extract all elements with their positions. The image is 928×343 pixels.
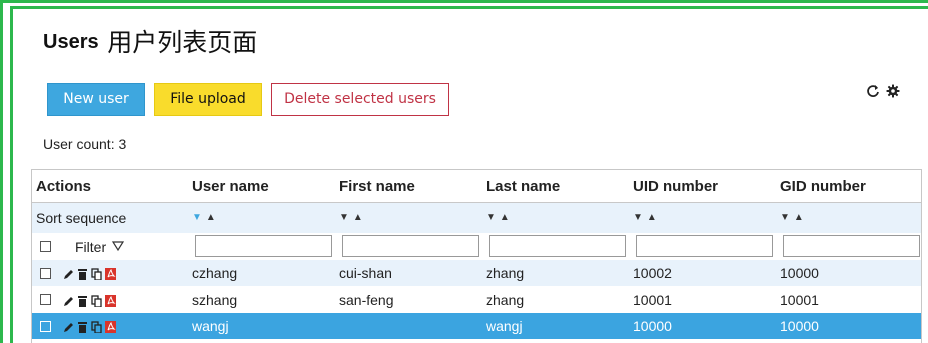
cell-uid: 10000 <box>633 318 672 334</box>
row-actions <box>40 260 116 286</box>
cell-user-name: szhang <box>192 291 238 308</box>
trash-icon[interactable] <box>77 267 88 280</box>
sort-asc-icon[interactable]: ▲ <box>794 213 804 223</box>
col-header-user-name[interactable]: User name <box>192 170 269 202</box>
select-all-checkbox[interactable] <box>40 241 51 252</box>
col-header-first-name[interactable]: First name <box>339 170 415 202</box>
table-row[interactable]: czhang cui-shan zhang 10002 10000 <box>32 260 921 286</box>
sort-desc-icon[interactable]: ▼ <box>780 213 790 223</box>
row-actions <box>40 286 116 313</box>
sort-asc-icon[interactable]: ▲ <box>500 213 510 223</box>
filter-icon[interactable] <box>112 239 125 255</box>
page-title: Users 用户列表页面 <box>43 24 257 61</box>
sort-asc-icon[interactable]: ▲ <box>206 213 216 223</box>
user-count: User count: 3 <box>43 136 127 152</box>
copy-icon[interactable] <box>91 320 102 334</box>
sort-desc-icon[interactable]: ▼ <box>339 213 349 223</box>
cell-first-name: san-feng <box>339 291 394 308</box>
row-actions <box>40 313 116 339</box>
edit-icon[interactable] <box>63 320 74 332</box>
filter-uid-input[interactable] <box>636 235 773 257</box>
sort-first-name: ▼ ▲ <box>339 203 363 233</box>
page-title-en: Users <box>43 31 99 53</box>
filter-first-name-input[interactable] <box>342 235 479 257</box>
sort-desc-icon[interactable]: ▼ <box>192 213 202 223</box>
cell-last-name: zhang <box>486 291 525 308</box>
gear-icon[interactable] <box>886 84 900 98</box>
edit-icon[interactable] <box>63 267 74 279</box>
table-header: Actions User name First name Last name U… <box>32 170 921 203</box>
cell-user-name: czhang <box>192 265 238 281</box>
row-checkbox[interactable] <box>40 267 51 279</box>
cell-gid: 10000 <box>780 265 819 281</box>
row-checkbox[interactable] <box>40 294 51 305</box>
col-header-actions: Actions <box>36 177 92 195</box>
copy-icon[interactable] <box>91 294 102 308</box>
table-row-selected[interactable]: wangj wangj 10000 10000 <box>32 313 921 339</box>
cell-uid: 10001 <box>633 291 672 308</box>
cell-last-name: wangj <box>486 318 523 334</box>
file-upload-button[interactable]: File upload <box>154 83 262 116</box>
sort-row: Sort sequence ▼ ▲ ▼ ▲ ▼ ▲ ▼ ▲ ▼ ▲ <box>32 203 921 233</box>
pdf-icon[interactable] <box>105 294 116 307</box>
sort-last-name: ▼ ▲ <box>486 203 510 233</box>
cell-uid: 10002 <box>633 265 672 281</box>
sort-asc-icon[interactable]: ▲ <box>647 213 657 223</box>
trash-icon[interactable] <box>77 320 88 333</box>
row-checkbox[interactable] <box>40 320 51 332</box>
cell-last-name: zhang <box>486 265 525 281</box>
users-table: Actions User name First name Last name U… <box>31 169 922 343</box>
sort-user-name: ▼ ▲ <box>192 203 216 233</box>
col-header-last-name[interactable]: Last name <box>486 170 560 202</box>
trash-icon[interactable] <box>77 294 88 307</box>
filter-last-name-input[interactable] <box>489 235 626 257</box>
sort-desc-icon[interactable]: ▼ <box>633 213 643 223</box>
pdf-icon[interactable] <box>105 267 116 280</box>
page-title-cn: 用户列表页面 <box>107 28 258 57</box>
cell-first-name: cui-shan <box>339 265 392 281</box>
col-header-uid[interactable]: UID number <box>633 170 718 202</box>
edit-icon[interactable] <box>63 294 74 306</box>
filter-label: Filter <box>75 238 107 255</box>
filter-cell: Filter <box>40 233 125 260</box>
table-row[interactable]: szhang san-feng zhang 10001 10001 <box>32 286 921 313</box>
copy-icon[interactable] <box>91 267 102 281</box>
cell-gid: 10001 <box>780 291 819 308</box>
cell-user-name: wangj <box>192 318 229 334</box>
sort-gid: ▼ ▲ <box>780 203 804 233</box>
sort-desc-icon[interactable]: ▼ <box>486 213 496 223</box>
pdf-icon[interactable] <box>105 320 116 333</box>
refresh-icon[interactable] <box>866 84 880 98</box>
filter-user-name-input[interactable] <box>195 235 332 257</box>
filter-row: Filter <box>32 233 921 260</box>
table-tools <box>866 82 900 100</box>
cell-gid: 10000 <box>780 318 819 334</box>
filter-gid-input[interactable] <box>783 235 920 257</box>
col-header-gid[interactable]: GID number <box>780 170 866 202</box>
sort-uid: ▼ ▲ <box>633 203 657 233</box>
delete-selected-button[interactable]: Delete selected users <box>271 83 449 116</box>
sort-label: Sort sequence <box>36 210 127 226</box>
new-user-button[interactable]: New user <box>47 83 145 116</box>
sort-asc-icon[interactable]: ▲ <box>353 213 363 223</box>
